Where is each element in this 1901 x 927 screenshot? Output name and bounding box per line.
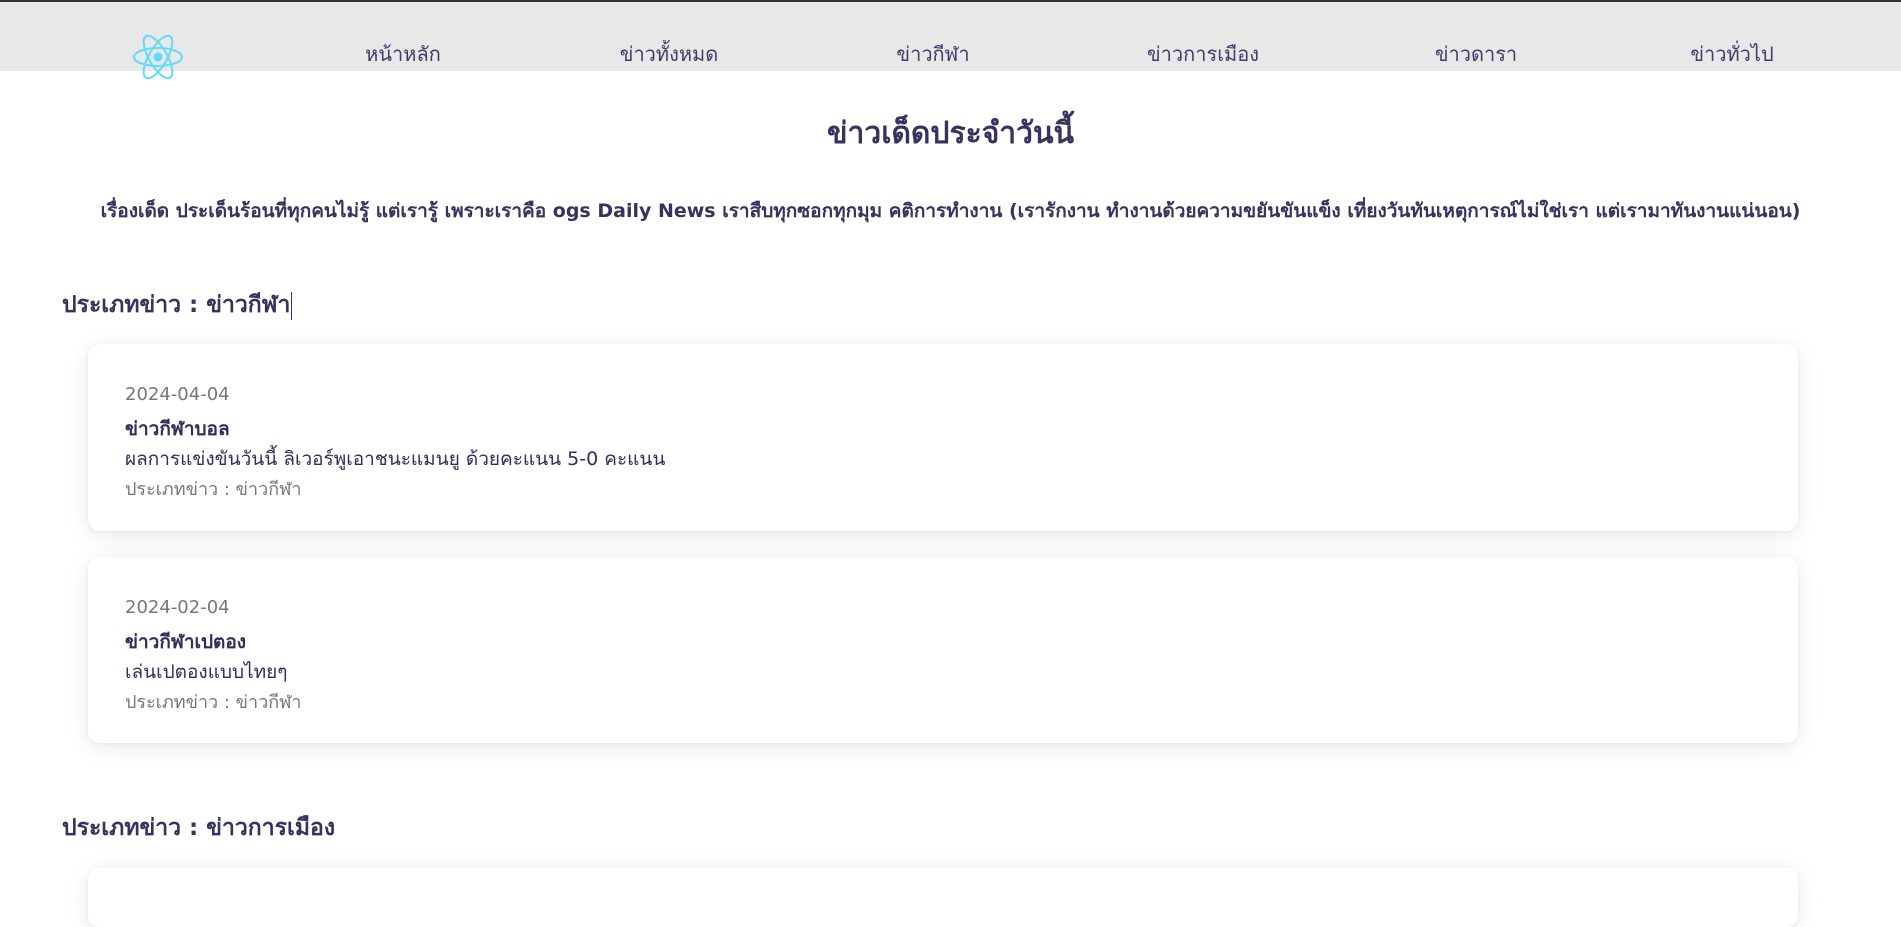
news-title: ข่าวกีฬาเปตอง xyxy=(125,631,247,653)
nav-item-sports[interactable]: ข่าวกีฬา xyxy=(896,38,969,70)
news-category: ประเภทข่าว : ข่าวกีฬา xyxy=(125,692,302,713)
intro-text: เรื่องเด็ด ประเด็นร้อนที่ทุกคนไม่รู้ แต่… xyxy=(100,200,1801,222)
section-heading-sports: ประเภทข่าว : ข่าวกีฬา xyxy=(62,287,293,323)
nav-item-politics[interactable]: ข่าวการเมือง xyxy=(1147,38,1259,70)
navbar: หน้าหลัก ข่าวทั้งหมด ข่าวกีฬา ข่าวการเมื… xyxy=(0,2,1901,80)
news-title: ข่าวกีฬาบอล xyxy=(125,418,230,440)
react-atom-icon[interactable] xyxy=(131,33,185,81)
news-card[interactable]: 2024-02-04 ข่าวกีฬาเปตอง เล่นเปตองแบบไทย… xyxy=(88,557,1798,743)
nav-item-home[interactable]: หน้าหลัก xyxy=(365,38,441,70)
text-cursor xyxy=(291,291,293,320)
page-title: ข่าวเด็ดประจำวันนี้ xyxy=(827,116,1074,151)
section-heading-politics: ประเภทข่าว : ข่าวการเมือง xyxy=(62,815,336,841)
news-card[interactable] xyxy=(88,867,1798,927)
news-category: ประเภทข่าว : ข่าวกีฬา xyxy=(125,479,302,500)
section-heading-text: ประเภทข่าว : ข่าวกีฬา xyxy=(62,292,291,318)
news-body: ผลการแข่งขันวันนี้ ลิเวอร์พูเอาชนะแมนยู … xyxy=(125,448,666,470)
news-body: เล่นเปตองแบบไทยๆ xyxy=(125,661,288,683)
news-card[interactable]: 2024-04-04 ข่าวกีฬาบอล ผลการแข่งขันวันนี… xyxy=(88,344,1798,531)
nav-item-celebrity[interactable]: ข่าวดารา xyxy=(1435,38,1517,70)
nav-item-all-news[interactable]: ข่าวทั้งหมด xyxy=(620,38,718,70)
news-date: 2024-04-04 xyxy=(125,384,230,405)
news-date: 2024-02-04 xyxy=(125,597,230,618)
nav-item-general[interactable]: ข่าวทั่วไป xyxy=(1690,38,1773,70)
